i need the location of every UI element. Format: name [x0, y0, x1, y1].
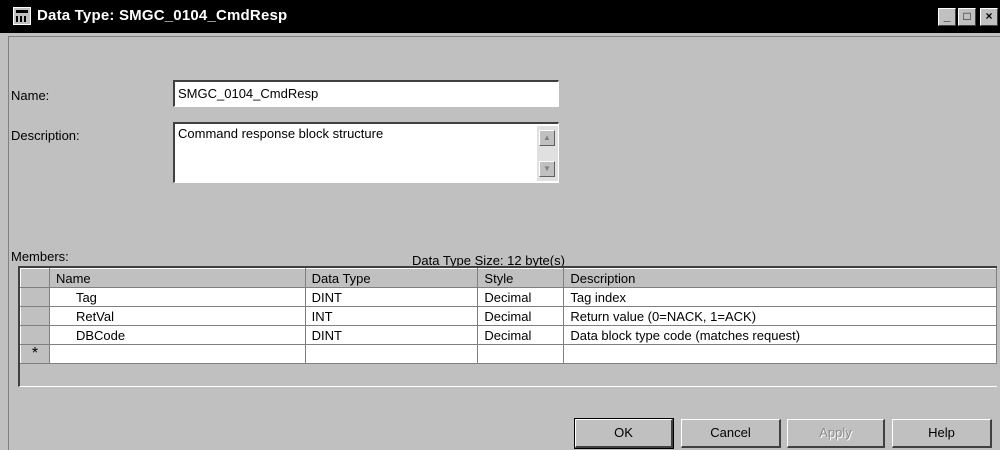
- member-data-type[interactable]: DINT: [305, 287, 479, 307]
- grid-header-row: Name Data Type Style Description: [20, 268, 997, 288]
- member-description[interactable]: Data block type code (matches request): [563, 325, 997, 345]
- cancel-button[interactable]: Cancel: [681, 419, 781, 448]
- member-description[interactable]: Return value (0=NACK, 1=ACK): [563, 306, 997, 326]
- member-style[interactable]: Decimal: [477, 306, 565, 326]
- description-label: Description:: [11, 128, 80, 143]
- scroll-up-icon[interactable]: ▲: [539, 130, 555, 146]
- corner-cell: [20, 268, 50, 288]
- new-row-marker: *: [31, 345, 39, 362]
- scroll-down-icon[interactable]: ▼: [539, 161, 555, 177]
- member-name[interactable]: RetVal: [49, 306, 306, 326]
- column-header-data-type[interactable]: Data Type: [304, 268, 479, 288]
- new-member-name[interactable]: [49, 344, 306, 364]
- ok-button[interactable]: OK: [574, 418, 674, 449]
- data-type-icon: [13, 7, 31, 25]
- member-description[interactable]: Tag index: [563, 287, 997, 307]
- table-row[interactable]: Tag DINT Decimal Tag index: [20, 287, 997, 307]
- name-field[interactable]: SMGC_0104_CmdResp: [173, 80, 559, 107]
- new-member-description[interactable]: [563, 344, 997, 364]
- member-style[interactable]: Decimal: [477, 287, 565, 307]
- description-text: Command response block structure: [178, 126, 384, 141]
- maximize-button[interactable]: □: [958, 8, 976, 26]
- title-bar[interactable]: Data Type: SMGC_0104_CmdResp _ □ ×: [0, 0, 1000, 33]
- row-selector[interactable]: [20, 287, 50, 307]
- table-row[interactable]: RetVal INT Decimal Return value (0=NACK,…: [20, 306, 997, 326]
- description-field[interactable]: Command response block structure: [173, 122, 559, 183]
- name-label: Name:: [11, 88, 50, 103]
- new-member-row[interactable]: *: [20, 344, 997, 364]
- description-scrollbar[interactable]: ▲ ▼: [537, 126, 558, 181]
- new-row-icon[interactable]: *: [20, 344, 50, 364]
- member-data-type[interactable]: DINT: [305, 325, 479, 345]
- row-selector[interactable]: [20, 306, 50, 326]
- window-title: Data Type: SMGC_0104_CmdResp: [37, 7, 288, 24]
- members-grid[interactable]: Name Data Type Style Description Tag DIN…: [18, 266, 997, 387]
- members-label: Members:: [11, 249, 69, 264]
- new-member-data-type[interactable]: [305, 344, 479, 364]
- member-name[interactable]: Tag: [49, 287, 306, 307]
- help-button[interactable]: Help: [892, 419, 992, 448]
- apply-button[interactable]: Apply: [787, 419, 885, 448]
- new-member-style[interactable]: [477, 344, 565, 364]
- member-data-type[interactable]: INT: [305, 306, 479, 326]
- close-button[interactable]: ×: [980, 8, 998, 26]
- data-type-dialog: Data Type: SMGC_0104_CmdResp _ □ × Name:…: [0, 0, 1000, 450]
- row-selector[interactable]: [20, 325, 50, 345]
- column-header-style[interactable]: Style: [477, 268, 565, 288]
- table-row[interactable]: DBCode DINT Decimal Data block type code…: [20, 325, 997, 345]
- minimize-button[interactable]: _: [938, 8, 956, 26]
- column-header-name[interactable]: Name: [48, 268, 306, 288]
- member-style[interactable]: Decimal: [477, 325, 565, 345]
- member-name[interactable]: DBCode: [49, 325, 306, 345]
- column-header-description[interactable]: Description: [563, 268, 997, 288]
- members-table: Name Data Type Style Description Tag DIN…: [20, 268, 997, 364]
